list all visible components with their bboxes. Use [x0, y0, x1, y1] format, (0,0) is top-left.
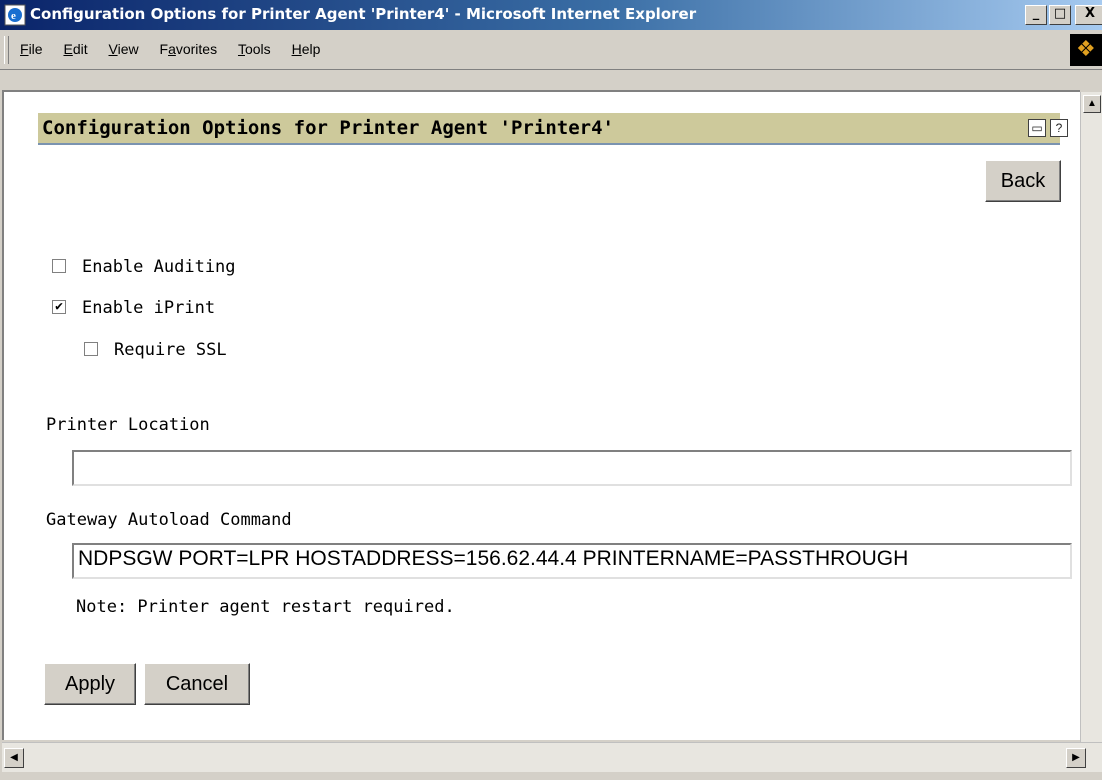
restart-note: Note: Printer agent restart required. [76, 597, 455, 617]
gateway-autoload-input[interactable]: NDPSGW PORT=LPR HOSTADDRESS=156.62.44.4 … [72, 543, 1072, 579]
enable-iprint-label: Enable iPrint [82, 298, 216, 318]
cancel-button[interactable]: Cancel [144, 663, 250, 705]
vertical-scrollbar[interactable]: ▲ [1080, 92, 1102, 742]
menu-edit[interactable]: Edit [63, 41, 87, 57]
apply-button[interactable]: Apply [44, 663, 136, 705]
status-strip [0, 772, 1102, 780]
printer-icon[interactable]: ▭ [1028, 119, 1046, 137]
enable-iprint-checkbox[interactable]: ✔ [52, 300, 66, 314]
scroll-left-icon[interactable]: ◀ [4, 748, 24, 768]
scroll-up-icon[interactable]: ▲ [1083, 95, 1101, 113]
windows-logo-icon: ❖ [1070, 34, 1102, 66]
menu-tools[interactable]: Tools [238, 41, 271, 57]
gateway-autoload-label: Gateway Autoload Command [46, 510, 292, 530]
require-ssl-label: Require SSL [114, 340, 227, 360]
horizontal-scrollbar[interactable]: ◀ ▶ [2, 742, 1102, 773]
maximize-button[interactable]: □ [1049, 5, 1071, 25]
menu-favorites[interactable]: Favorites [160, 41, 218, 57]
page-header: Configuration Options for Printer Agent … [38, 113, 1068, 145]
menu-items: File Edit View Favorites Tools Help [20, 41, 337, 57]
window-title: Configuration Options for Printer Agent … [30, 5, 697, 23]
minimize-button[interactable]: _ [1025, 5, 1047, 25]
menu-view[interactable]: View [109, 41, 139, 57]
printer-location-label: Printer Location [46, 415, 210, 435]
enable-auditing-checkbox[interactable] [52, 259, 66, 273]
close-button[interactable]: X [1075, 5, 1102, 25]
enable-auditing-label: Enable Auditing [82, 257, 236, 277]
back-button[interactable]: Back [985, 160, 1061, 202]
menu-bar: File Edit View Favorites Tools Help ❖ [0, 30, 1102, 70]
require-ssl-checkbox[interactable] [84, 342, 98, 356]
help-icon[interactable]: ? [1050, 119, 1068, 137]
scroll-right-icon[interactable]: ▶ [1066, 748, 1086, 768]
printer-location-input[interactable] [72, 450, 1072, 486]
ie-page-icon: e [4, 4, 26, 26]
svg-text:e: e [11, 10, 16, 22]
window-titlebar: e Configuration Options for Printer Agen… [0, 0, 1102, 30]
menu-help[interactable]: Help [292, 41, 321, 57]
menu-file[interactable]: File [20, 41, 43, 57]
toolbar-grip[interactable] [4, 36, 9, 64]
page-title: Configuration Options for Printer Agent … [42, 117, 614, 139]
